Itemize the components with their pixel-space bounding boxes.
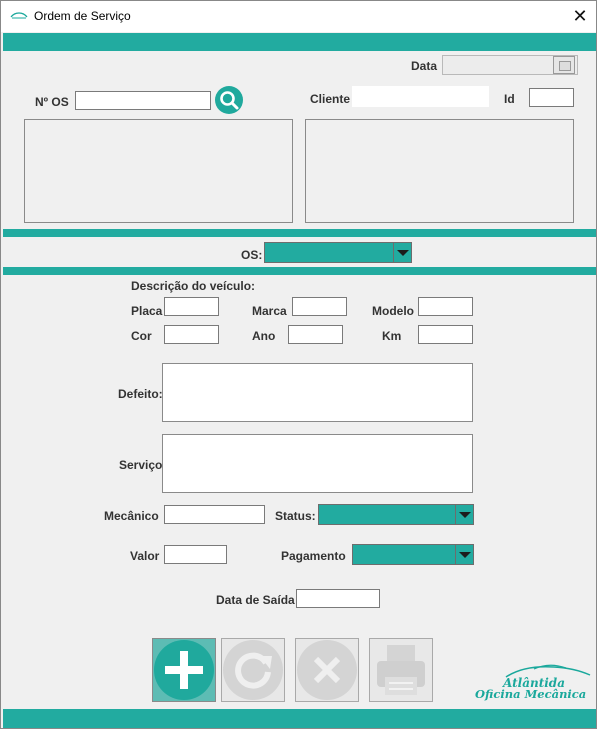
data-label: Data [411,59,438,73]
separator-band-1 [3,229,596,237]
search-icon [220,91,239,110]
data-saida-input[interactable] [296,589,380,608]
defeito-label: Defeito: [118,387,163,401]
ano-input[interactable] [288,325,343,344]
print-button[interactable] [369,638,433,702]
os-combo[interactable] [264,242,412,263]
id-input[interactable] [529,88,574,107]
refresh-button[interactable] [221,638,285,702]
valor-input[interactable] [164,545,227,564]
footer-band [3,709,596,728]
nos-label: Nº OS [35,95,69,109]
mecanico-label: Mecânico [104,509,159,523]
delete-button[interactable] [295,638,359,702]
cor-input[interactable] [164,325,219,344]
nos-input[interactable] [75,91,211,110]
add-button[interactable] [152,638,216,702]
cor-label: Cor [131,329,152,343]
km-label: Km [382,329,402,343]
status-combo[interactable] [318,504,474,525]
marca-input[interactable] [292,297,347,316]
pagamento-combo[interactable] [352,544,474,565]
mecanico-input[interactable] [164,505,265,524]
os-table-panel[interactable] [24,119,293,223]
cliente-input[interactable] [352,86,489,107]
placa-input[interactable] [164,297,219,316]
placa-label: Placa [131,304,163,318]
modelo-label: Modelo [372,304,414,318]
servico-textarea[interactable] [162,434,473,493]
plus-icon [154,640,214,700]
close-icon [297,640,357,700]
data-saida-label: Data de Saída [216,593,295,607]
title-bar: Ordem de Serviço ✕ [1,1,596,32]
modelo-input[interactable] [418,297,473,316]
cliente-label: Cliente [310,92,351,106]
vehicle-section-label: Descrição do veículo: [131,279,256,293]
chevron-down-icon [455,545,473,564]
window: Ordem de Serviço ✕ Data Nº OS Cliente Id… [0,0,597,729]
client-table-panel[interactable] [305,119,574,223]
separator-band-2 [3,267,596,275]
marca-label: Marca [252,304,287,318]
servico-label: Serviço [119,458,163,472]
logo-line2: Oficina Mecânica [475,687,587,701]
os-label: OS: [241,248,263,262]
close-icon[interactable]: ✕ [567,4,593,28]
header-band [3,33,596,51]
defeito-textarea[interactable] [162,363,473,422]
refresh-icon [223,640,283,700]
car-app-icon [10,12,28,19]
printer-icon [377,645,425,695]
pagamento-label: Pagamento [281,549,346,563]
ano-label: Ano [252,329,276,343]
calendar-icon[interactable] [553,56,575,74]
search-button[interactable] [215,86,243,114]
window-title: Ordem de Serviço [34,9,131,23]
chevron-down-icon [393,243,411,262]
valor-label: Valor [130,549,160,563]
chevron-down-icon [455,505,473,524]
id-label: Id [504,92,515,106]
status-label: Status: [275,509,316,523]
km-input[interactable] [418,325,473,344]
